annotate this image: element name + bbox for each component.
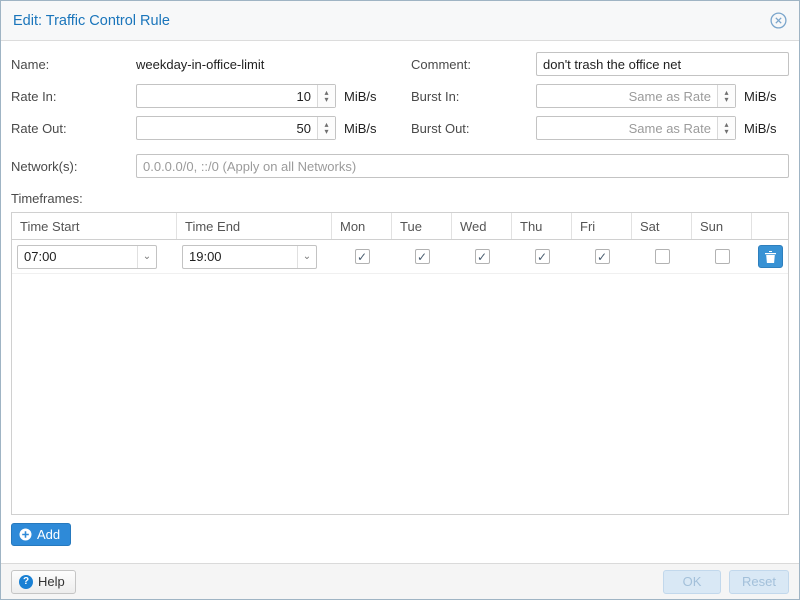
name-label: Name: (11, 57, 136, 72)
day-checkbox-thu[interactable] (535, 249, 550, 264)
chevron-down-icon: ⌄ (137, 246, 156, 268)
name-value: weekday-in-office-limit (136, 57, 264, 72)
col-header-wed[interactable]: Wed (452, 213, 512, 239)
burst-in-label: Burst In: (411, 89, 536, 104)
burst-out-unit: MiB/s (744, 121, 777, 136)
help-icon: ? (19, 575, 33, 589)
trash-icon (765, 251, 776, 263)
chevron-down-icon: ⌄ (297, 246, 316, 268)
burst-in-input[interactable] (536, 84, 736, 108)
delete-row-button[interactable] (758, 245, 783, 268)
time-end-value: 19:00 (189, 249, 222, 264)
rate-out-label: Rate Out: (11, 121, 136, 136)
timeframes-grid-header: Time Start Time End Mon Tue Wed Thu Fri … (12, 213, 788, 240)
col-header-time-end[interactable]: Time End (177, 213, 332, 239)
add-button-label: Add (37, 527, 60, 542)
time-start-select[interactable]: 07:00 ⌄ (17, 245, 157, 269)
burst-out-input[interactable] (536, 116, 736, 140)
day-checkbox-tue[interactable] (415, 249, 430, 264)
reset-button[interactable]: Reset (729, 570, 789, 594)
grid-empty-area (12, 274, 788, 514)
timeframes-grid: Time Start Time End Mon Tue Wed Thu Fri … (11, 212, 789, 515)
help-button-label: Help (38, 574, 65, 589)
col-header-sun[interactable]: Sun (692, 213, 752, 239)
rate-in-spinner[interactable]: ▴▾ (317, 85, 335, 107)
dialog-body: Name: weekday-in-office-limit Rate In: ▴… (1, 41, 799, 556)
dialog-title: Edit: Traffic Control Rule (13, 13, 770, 29)
time-end-select[interactable]: 19:00 ⌄ (182, 245, 317, 269)
rate-out-input[interactable] (136, 116, 336, 140)
col-header-sat[interactable]: Sat (632, 213, 692, 239)
dialog-header: Edit: Traffic Control Rule (1, 1, 799, 41)
col-header-tue[interactable]: Tue (392, 213, 452, 239)
plus-circle-icon (19, 528, 32, 541)
day-checkbox-sat[interactable] (655, 249, 670, 264)
day-checkbox-mon[interactable] (355, 249, 370, 264)
add-button[interactable]: Add (11, 523, 71, 546)
col-header-actions (752, 213, 788, 239)
rate-out-unit: MiB/s (344, 121, 377, 136)
edit-traffic-control-rule-dialog: Edit: Traffic Control Rule Name: weekday… (0, 0, 800, 600)
col-header-mon[interactable]: Mon (332, 213, 392, 239)
col-header-fri[interactable]: Fri (572, 213, 632, 239)
ok-button[interactable]: OK (663, 570, 721, 594)
timeframe-row: 07:00 ⌄ 19:00 ⌄ (12, 240, 788, 274)
dialog-footer: ? Help OK Reset (1, 563, 799, 599)
networks-label: Network(s): (11, 159, 136, 174)
day-checkbox-sun[interactable] (715, 249, 730, 264)
networks-input[interactable] (136, 154, 789, 178)
burst-in-spinner[interactable]: ▴▾ (717, 85, 735, 107)
help-button[interactable]: ? Help (11, 570, 76, 594)
day-checkbox-fri[interactable] (595, 249, 610, 264)
left-column: Name: weekday-in-office-limit Rate In: ▴… (11, 51, 401, 147)
burst-out-label: Burst Out: (411, 121, 536, 136)
time-start-value: 07:00 (24, 249, 57, 264)
burst-in-unit: MiB/s (744, 89, 777, 104)
timeframes-label: Timeframes: (11, 191, 789, 206)
col-header-time-start[interactable]: Time Start (12, 213, 177, 239)
day-checkbox-wed[interactable] (475, 249, 490, 264)
rate-out-spinner[interactable]: ▴▾ (317, 117, 335, 139)
comment-input[interactable] (536, 52, 789, 76)
burst-out-spinner[interactable]: ▴▾ (717, 117, 735, 139)
col-header-thu[interactable]: Thu (512, 213, 572, 239)
rate-in-input[interactable] (136, 84, 336, 108)
comment-label: Comment: (411, 57, 536, 72)
close-icon[interactable] (770, 12, 787, 29)
right-column: Comment: Burst In: ▴▾ MiB/s Burst Out: (411, 51, 789, 147)
rate-in-label: Rate In: (11, 89, 136, 104)
rate-in-unit: MiB/s (344, 89, 377, 104)
